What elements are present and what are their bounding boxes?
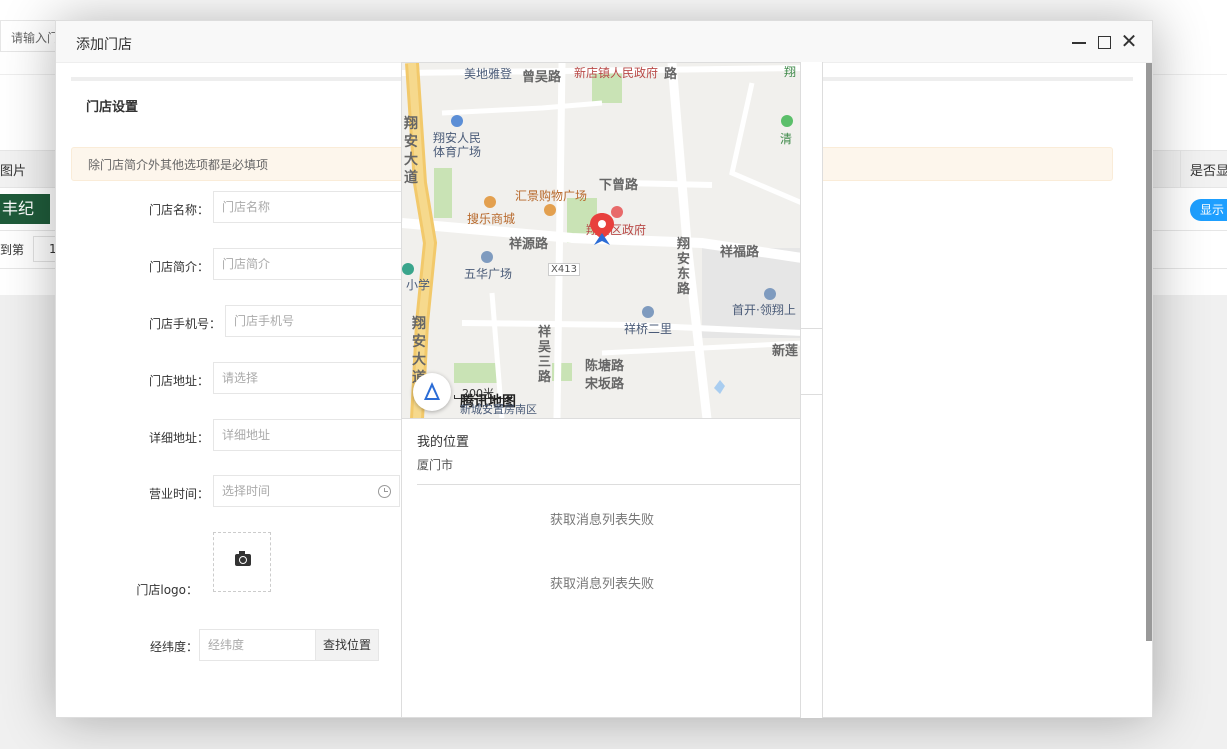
map-road-xiangan-dadao: 翔安大道 (404, 116, 418, 186)
map-poi-soule: 搜乐商城 (467, 212, 516, 226)
map-poi-school: 小学 (406, 278, 431, 292)
map-poi-icon (781, 115, 793, 127)
my-location-title: 我的位置 (417, 435, 470, 450)
locate-arrow-icon (424, 382, 440, 400)
store-address-label: 门店地址： (148, 374, 209, 388)
clock-icon (378, 485, 391, 498)
store-logo-thumbnail: 丰纪 (0, 194, 50, 224)
my-location-city: 厦门市 (417, 458, 454, 472)
map-pin-icon (590, 213, 614, 245)
map-road-xiangan-east: 翔安东路 (677, 237, 691, 297)
divider (800, 328, 823, 329)
map-view[interactable]: 美地雅登 曾吴路 新店镇人民政府 路 翔 翔安大道 翔安人民 体育广场 清 下曾… (402, 63, 800, 419)
error-message: 获取消息列表失败 (549, 577, 654, 592)
table-header-image: 图片 (0, 164, 27, 179)
store-logo-label: 门店logo： (136, 583, 198, 597)
map-poi-icon (481, 251, 493, 263)
location-picker: 美地雅登 曾吴路 新店镇人民政府 路 翔 翔安大道 翔安人民 体育广场 清 下曾… (401, 62, 801, 718)
map-road-xianglian: 新莲 (772, 344, 799, 359)
map-poi-xiangqiao: 祥桥二里 (624, 322, 673, 336)
map-road-xiangfu: 祥福路 (720, 245, 760, 260)
detail-address-input[interactable]: 详细地址 (213, 419, 403, 451)
business-hours-placeholder: 选择时间 (222, 484, 271, 498)
logo-upload[interactable] (213, 532, 271, 592)
map-poi-shoukai: 首开·领翔上 (732, 303, 796, 317)
map-poi-icon (544, 204, 556, 216)
map-road-chentang: 陈塘路 (585, 359, 625, 374)
map-road-x413: X413 (548, 263, 580, 276)
coords-label: 经纬度： (149, 640, 198, 654)
show-toggle-button[interactable]: 显示 (1190, 199, 1227, 221)
maximize-icon[interactable] (1095, 33, 1113, 51)
camera-icon (235, 551, 251, 566)
store-name-label: 门店名称： (148, 203, 209, 217)
table-header-separator (1180, 150, 1181, 188)
map-road-xiangwu: 祥吴三路 (538, 325, 552, 385)
map-poi-icon (402, 263, 414, 275)
close-icon[interactable]: ✕ (1120, 31, 1138, 51)
map-poi-meidi: 美地雅登 (464, 67, 513, 81)
map-poi-qingxin: 清 (780, 132, 793, 146)
pager-goto-label: 到第 (0, 243, 25, 257)
map-poi-huijing: 汇景购物广场 (515, 189, 588, 203)
store-address-select[interactable]: 请选择 (213, 362, 403, 394)
dialog-title: 添加门店 (76, 37, 132, 53)
store-phone-input[interactable]: 门店手机号 (225, 305, 403, 337)
map-poi-stadium-2: 体育广场 (433, 145, 482, 159)
dialog-titlebar: 添加门店 ✕ (56, 21, 1152, 63)
map-road-top: 路 (664, 67, 678, 82)
locate-me-button[interactable] (413, 373, 451, 411)
divider (800, 394, 823, 395)
table-header-show: 是否显 (1190, 164, 1227, 179)
error-message: 获取消息列表失败 (549, 513, 654, 528)
store-phone-label: 门店手机号： (148, 317, 221, 331)
map-road-xiangyuan: 祥源路 (509, 237, 549, 252)
map-road-xiazeng: 下曾路 (599, 178, 639, 193)
minimize-icon[interactable] (1070, 33, 1088, 51)
map-side-panel (800, 62, 823, 718)
map-poi-icon (484, 196, 496, 208)
dialog-scrollbar[interactable] (1146, 63, 1152, 641)
section-title: 门店设置 (86, 100, 139, 115)
business-hours-input[interactable]: 选择时间 (213, 475, 400, 507)
map-poi-icon (764, 288, 776, 300)
map-poi-icon (451, 115, 463, 127)
map-poi-bottom: 新城安置房南区 (460, 403, 537, 416)
store-intro-input[interactable]: 门店简介 (213, 248, 403, 280)
map-poi-new-gov: 新店镇人民政府 (574, 66, 659, 80)
divider (417, 484, 800, 485)
store-intro-label: 门店简介： (148, 260, 209, 274)
map-poi-xiang: 翔 (784, 65, 797, 79)
store-name-input[interactable]: 门店名称 (213, 191, 403, 223)
find-location-button[interactable]: 查找位置 (315, 629, 379, 661)
coords-input[interactable]: 经纬度 (199, 629, 316, 661)
map-poi-wuhua: 五华广场 (464, 267, 513, 281)
detail-address-label: 详细地址： (148, 431, 209, 445)
business-hours-label: 营业时间： (148, 487, 209, 501)
map-poi-icon (642, 306, 654, 318)
map-road-songban: 宋坂路 (585, 377, 625, 392)
map-road-zengcuo: 曾吴路 (522, 70, 562, 85)
